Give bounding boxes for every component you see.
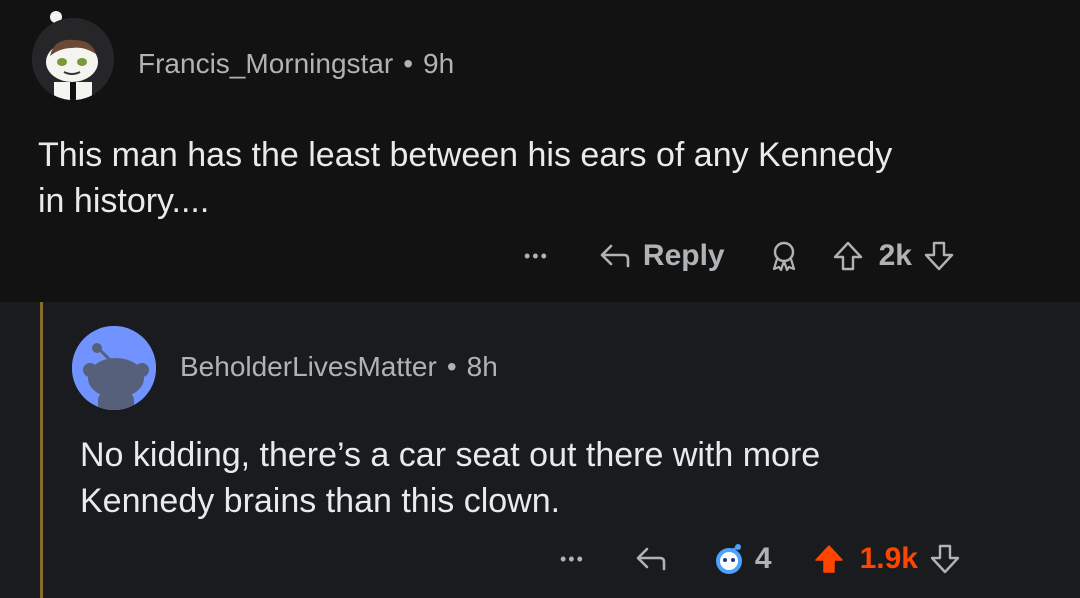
award-button[interactable] (767, 239, 801, 273)
reply-button[interactable]: Reply (597, 238, 725, 274)
separator-dot: • (403, 48, 414, 79)
comment-meta: BeholderLivesMatter • 8h (180, 351, 498, 383)
default-snoo-avatar-icon (72, 326, 156, 410)
downvote-arrow-icon (924, 241, 954, 271)
vote-score: 1.9k (859, 542, 918, 575)
comment-actions: ••• Reply 2k (524, 238, 956, 274)
comment-text-line: No kidding, there’s a car seat out there… (80, 436, 821, 474)
snoo-avatar-icon (32, 18, 114, 100)
separator-dot: • (446, 351, 457, 382)
snoo-award-icon (715, 544, 742, 574)
timestamp[interactable]: 8h (467, 351, 498, 382)
timestamp[interactable]: 9h (423, 48, 454, 79)
comment-text-line: This man has the least between his ears … (38, 136, 893, 174)
reply-arrow-icon (600, 244, 630, 268)
avatar-francis[interactable] (32, 18, 114, 100)
thread-line[interactable] (40, 302, 43, 598)
comment-text-line: Kennedy brains than this clown. (80, 482, 561, 520)
downvote-button[interactable] (928, 542, 962, 576)
awards[interactable]: 4 (711, 541, 772, 577)
award-icon (772, 241, 795, 272)
comment-text-line: in history.... (38, 182, 210, 220)
upvote-button[interactable] (831, 239, 865, 273)
award-count: 4 (754, 542, 772, 575)
downvote-button[interactable] (922, 239, 956, 273)
downvote-arrow-icon (930, 544, 960, 574)
comment-body: This man has the least between his ears … (38, 132, 892, 224)
reply-button[interactable] (633, 541, 669, 577)
comment-meta: Francis_Morningstar • 9h (138, 48, 454, 80)
upvote-arrow-icon (833, 241, 862, 271)
more-options-button[interactable]: ••• (524, 246, 549, 267)
upvote-arrow-filled-icon (814, 545, 843, 573)
reply-label: Reply (642, 239, 725, 272)
comment-body: No kidding, there’s a car seat out there… (80, 432, 820, 524)
username[interactable]: Francis_Morningstar (138, 48, 393, 79)
vote-score: 2k (878, 239, 912, 272)
reply-arrow-icon (636, 547, 666, 571)
upvote-button-active[interactable] (812, 542, 846, 576)
username[interactable]: BeholderLivesMatter (180, 351, 437, 382)
avatar-beholder[interactable] (72, 326, 156, 410)
comment-actions: ••• 4 1.9k (560, 541, 962, 577)
more-options-button[interactable]: ••• (560, 549, 585, 570)
